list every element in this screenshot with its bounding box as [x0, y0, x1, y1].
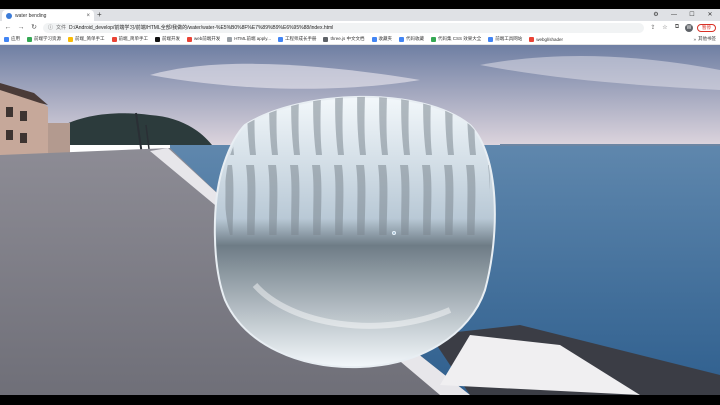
bookmark-favicon-icon [68, 36, 73, 42]
bookmark-label: webgl/shader [536, 36, 564, 42]
new-tab-button[interactable]: + [97, 10, 102, 20]
close-window-button[interactable]: ✕ [704, 10, 716, 20]
mouse-cursor [392, 231, 396, 235]
bookmark-favicon-icon [27, 36, 32, 42]
bookmark-label: 收藏夹 [378, 36, 393, 41]
bookmark-item[interactable]: webgl/shader [529, 36, 564, 42]
bookmark-label: 应用 [11, 36, 20, 41]
bookmark-label: 代码收藏 [406, 36, 424, 41]
bookmarks-bar: 应用 前端学习资源 前端_简单手工 前端_简单手工 前端开发 web前端开发 HTML前端 … [0, 34, 720, 45]
maximize-button[interactable]: ☐ [686, 10, 698, 20]
bookmark-item[interactable]: 代码集 CSS 效果大全 [431, 36, 481, 42]
bookmark-item[interactable]: 代码收藏 [399, 36, 424, 42]
extensions-icon[interactable]: ⧉ [673, 24, 681, 31]
back-button[interactable]: ← [4, 23, 12, 33]
bookmark-favicon-icon [227, 36, 233, 42]
bookmark-item[interactable]: 前端学习资源 [27, 36, 61, 42]
webgl-canvas[interactable] [0, 45, 720, 395]
bookmark-label: HTML前端 apply... [234, 36, 271, 41]
other-bookmarks[interactable]: » 其他书签 [693, 36, 716, 42]
other-bookmarks-label: 其他书签 [698, 36, 716, 41]
bookmark-favicon-icon [4, 36, 9, 42]
window-controls: ⚙ — ☐ ✕ [650, 10, 716, 20]
address-bar[interactable]: ⓘ 文件 D:/Android_develop/前端学习/前端/HTML全部/我… [43, 22, 644, 33]
bookmark-item[interactable]: 应用 [4, 36, 20, 42]
bookmark-favicon-icon [155, 36, 161, 42]
bookmark-label: web前端开发 [194, 36, 221, 41]
tab-water-bending[interactable]: water bending × [2, 10, 94, 21]
url-text[interactable]: D:/Android_develop/前端学习/前端/HTML全部/我做的/wa… [69, 24, 333, 31]
bookmark-item[interactable]: 前端工具网站 [488, 36, 522, 42]
bookmark-favicon-icon [431, 36, 436, 42]
info-icon[interactable]: ⓘ [48, 24, 53, 31]
bookmark-favicon-icon [529, 36, 535, 42]
close-icon[interactable]: × [86, 13, 90, 19]
minimize-button[interactable]: — [668, 10, 680, 20]
bookmark-favicon-icon [399, 36, 404, 42]
pause-button[interactable]: 暂停 [697, 23, 716, 32]
bookmark-label: three.js 中文文档 [330, 36, 365, 41]
chevron-right-icon: » [693, 36, 696, 42]
bookmark-label: 前端_简单手工 [118, 36, 149, 41]
forward-button[interactable]: → [17, 23, 25, 33]
reload-button[interactable]: ↻ [30, 23, 38, 33]
bookmark-label: 前端开发 [162, 36, 181, 41]
globe-icon [6, 12, 12, 19]
bookmark-label: 前端工具网站 [495, 36, 523, 41]
bookmark-item[interactable]: 前端_简单手工 [111, 36, 149, 42]
settings-icon[interactable]: ⚙ [650, 10, 662, 20]
page-viewport[interactable] [0, 45, 720, 395]
bookmark-favicon-icon [323, 36, 329, 42]
bookmark-item[interactable]: three.js 中文文档 [323, 36, 365, 42]
bookmark-item[interactable]: HTML前端 apply... [227, 36, 271, 42]
bookmark-label: 代码集 CSS 效果大全 [438, 36, 482, 41]
bookmark-label: 工程师成长手册 [284, 36, 317, 41]
avatar[interactable]: W [685, 23, 693, 32]
bookmark-item[interactable]: 工程师成长手册 [277, 36, 317, 42]
tab-strip: water bending × + ⚙ — ☐ ✕ [0, 9, 720, 21]
bookmark-label: 前端学习资源 [34, 36, 61, 41]
water-blob-stripes [224, 96, 490, 236]
bookmark-item[interactable]: 收藏夹 [371, 36, 393, 42]
bookmark-favicon-icon [488, 36, 494, 42]
toolbar-actions: ⇪ ☆ ⧉ W 暂停 [649, 23, 716, 32]
bookmark-favicon-icon [277, 36, 283, 42]
bookmark-item[interactable]: 前端_简单手工 [68, 36, 105, 42]
share-icon[interactable]: ⇪ [649, 24, 657, 31]
browser-window: water bending × + ⚙ — ☐ ✕ ← → ↻ ⓘ 文件 D:/… [0, 9, 720, 395]
bookmark-item[interactable]: 前端开发 [155, 36, 180, 42]
bookmark-label: 前端_简单手工 [75, 36, 105, 41]
star-icon[interactable]: ☆ [661, 24, 669, 31]
security-label: 文件 [56, 25, 67, 31]
tab-title: water bending [15, 12, 47, 19]
bookmark-favicon-icon [187, 36, 193, 42]
bookmark-favicon-icon [371, 36, 377, 42]
bookmark-favicon-icon [111, 36, 117, 42]
bookmark-item[interactable]: web前端开发 [187, 36, 220, 42]
toolbar: ← → ↻ ⓘ 文件 D:/Android_develop/前端学习/前端/HT… [0, 21, 720, 34]
